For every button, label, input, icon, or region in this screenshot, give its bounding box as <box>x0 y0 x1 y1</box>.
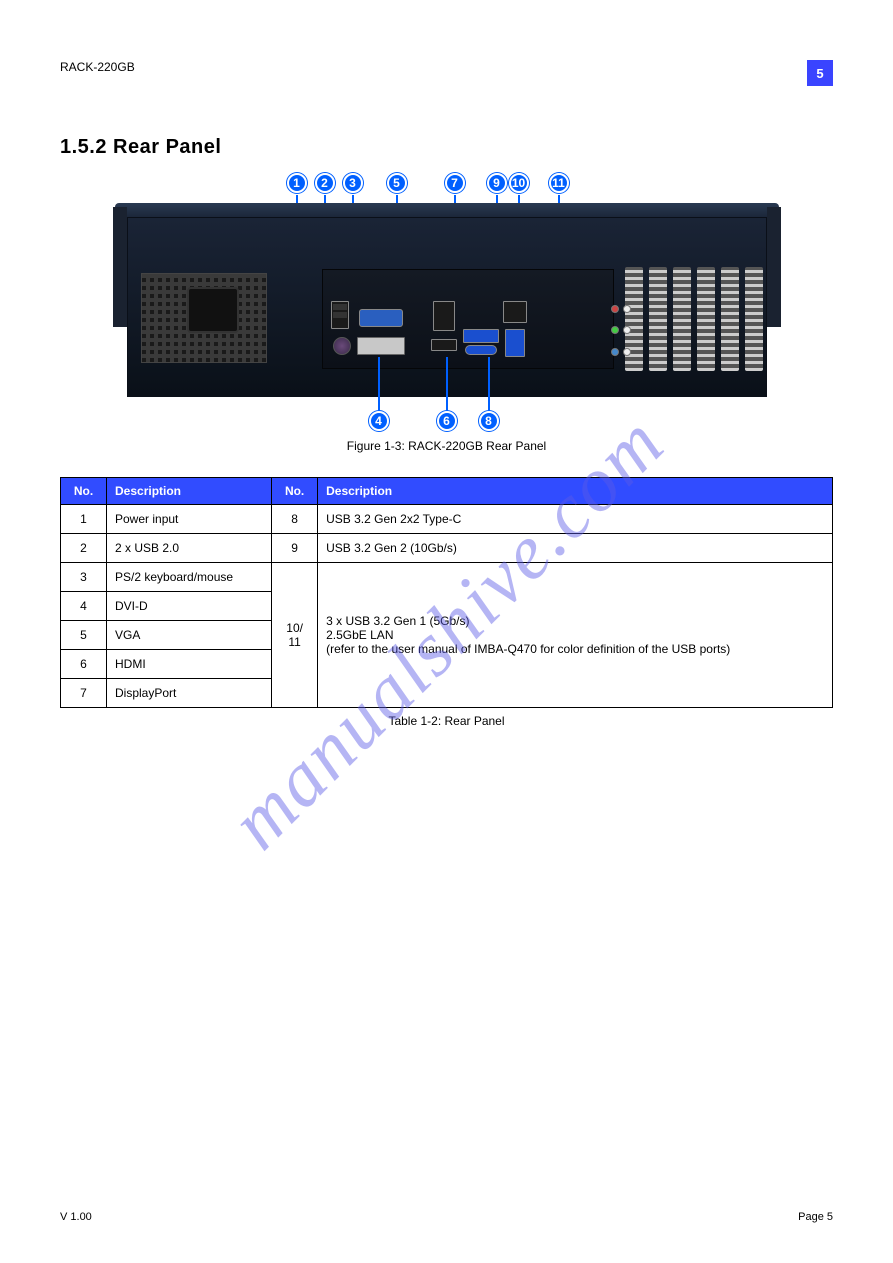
table-row: 22 x USB 2.09USB 3.2 Gen 2 (10Gb/s) <box>61 534 833 563</box>
callout-9: 9 <box>487 173 507 193</box>
callout-10: 10 <box>509 173 529 193</box>
footer-page: Page 5 <box>798 1211 833 1223</box>
callout-11: 11 <box>549 173 569 193</box>
callout-1: 1 <box>287 173 307 193</box>
table-row: 3PS/2 keyboard/mouse10/ 113 x USB 3.2 Ge… <box>61 563 833 592</box>
page-number-box: 5 <box>807 60 833 86</box>
table-header: Description <box>107 478 272 505</box>
cell-num: 4 <box>61 592 107 621</box>
callout-4: 4 <box>369 411 389 431</box>
page-header: RACK-220GB 5 <box>60 60 833 86</box>
page-footer: V 1.00 Page 5 <box>60 1211 833 1223</box>
table-caption: Table 1-2: Rear Panel <box>60 714 833 728</box>
table-header: Description <box>318 478 833 505</box>
io-connector-table: No.DescriptionNo.Description 1Power inpu… <box>60 477 833 708</box>
cell-desc: DVI-D <box>107 592 272 621</box>
callout-3: 3 <box>343 173 363 193</box>
cell-desc: USB 3.2 Gen 2x2 Type-C <box>318 505 833 534</box>
cell-num: 2 <box>61 534 107 563</box>
cell-desc: 2 x USB 2.0 <box>107 534 272 563</box>
cell-num: 5 <box>61 621 107 650</box>
cell-desc-merged: 3 x USB 3.2 Gen 1 (5Gb/s) 2.5GbE LAN (re… <box>318 563 833 708</box>
cell-num: 6 <box>61 650 107 679</box>
cell-num: 3 <box>61 563 107 592</box>
section-title: 1.5.2 Rear Panel <box>60 136 833 159</box>
header-product: RACK-220GB <box>60 60 135 74</box>
cell-desc: Power input <box>107 505 272 534</box>
cell-desc: HDMI <box>107 650 272 679</box>
cell-desc: VGA <box>107 621 272 650</box>
cell-desc: DisplayPort <box>107 679 272 708</box>
cell-desc: PS/2 keyboard/mouse <box>107 563 272 592</box>
figure-caption: Figure 1-3: RACK-220GB Rear Panel <box>60 439 833 453</box>
table-row: 1Power input8USB 3.2 Gen 2x2 Type-C <box>61 505 833 534</box>
cell-num: 9 <box>272 534 318 563</box>
rear-panel-figure: 123 5 7 910 11 4 6 8 <box>127 173 767 433</box>
callout-6: 6 <box>437 411 457 431</box>
table-header: No. <box>272 478 318 505</box>
cell-num: 8 <box>272 505 318 534</box>
callout-5: 5 <box>387 173 407 193</box>
cell-num-merged: 10/ 11 <box>272 563 318 708</box>
table-header: No. <box>61 478 107 505</box>
callout-7: 7 <box>445 173 465 193</box>
cell-desc: USB 3.2 Gen 2 (10Gb/s) <box>318 534 833 563</box>
callout-2: 2 <box>315 173 335 193</box>
callout-8: 8 <box>479 411 499 431</box>
footer-version: V 1.00 <box>60 1211 92 1223</box>
cell-num: 1 <box>61 505 107 534</box>
cell-num: 7 <box>61 679 107 708</box>
